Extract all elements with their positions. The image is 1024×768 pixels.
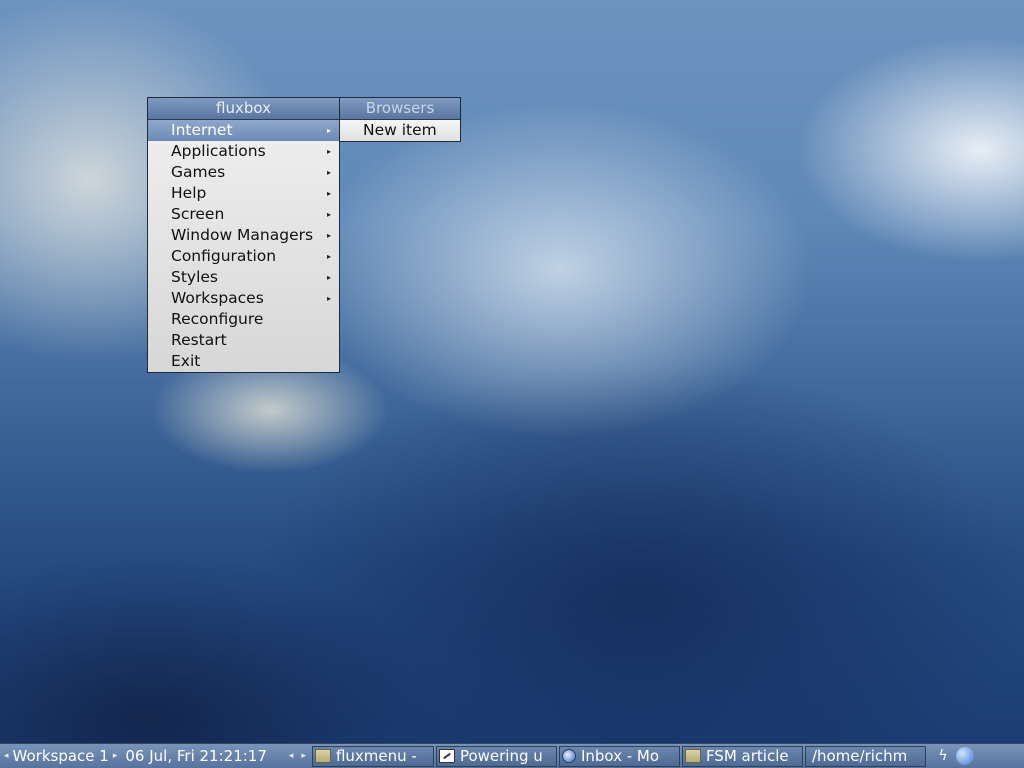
task-button[interactable]: Powering u bbox=[435, 745, 557, 767]
menu-item-new-item[interactable]: New item bbox=[340, 120, 460, 141]
menu-item-label: Internet bbox=[171, 121, 233, 139]
menu-item-label: Restart bbox=[171, 331, 227, 349]
task-button[interactable]: Inbox - Mo bbox=[558, 745, 680, 767]
browsers-submenu: Browsers New item bbox=[339, 97, 461, 142]
task-label: /home/richm bbox=[811, 746, 908, 765]
menu-item-styles[interactable]: Styles ▸ bbox=[148, 267, 339, 288]
menu-item-label: Games bbox=[171, 163, 226, 181]
menu-item-applications[interactable]: Applications ▸ bbox=[148, 141, 339, 162]
folder-icon bbox=[684, 749, 701, 763]
menu-item-games[interactable]: Games ▸ bbox=[148, 162, 339, 183]
submenu-arrow-icon: ▸ bbox=[326, 273, 331, 282]
menu-item-reconfigure[interactable]: Reconfigure bbox=[148, 309, 339, 330]
system-tray: ϟ bbox=[930, 747, 974, 765]
next-window-button[interactable]: ▸ bbox=[297, 751, 310, 761]
menu-item-label: Workspaces bbox=[171, 289, 264, 307]
menu-item-label: Help bbox=[171, 184, 207, 202]
menu-item-label: Configuration bbox=[171, 247, 277, 265]
menu-item-label: Window Managers bbox=[171, 226, 314, 244]
submenu-arrow-icon: ▸ bbox=[326, 147, 331, 156]
menu-item-label: New item bbox=[363, 121, 437, 139]
taskbar: ◂ Workspace 1 ▸ 06 Jul, Fri 21:21:17 ◂ ▸… bbox=[0, 743, 1024, 768]
clock-area: 06 Jul, Fri 21:21:17 bbox=[121, 745, 271, 767]
prev-workspace-button[interactable]: ◂ bbox=[0, 751, 13, 761]
clock: 06 Jul, Fri 21:21:17 bbox=[125, 747, 267, 765]
menu-item-restart[interactable]: Restart bbox=[148, 330, 339, 351]
prev-window-button[interactable]: ◂ bbox=[285, 751, 298, 761]
next-workspace-button[interactable]: ▸ bbox=[109, 751, 122, 761]
lightning-icon[interactable]: ϟ bbox=[934, 747, 952, 765]
task-button[interactable]: FSM article bbox=[681, 745, 803, 767]
menu-item-workspaces[interactable]: Workspaces ▸ bbox=[148, 288, 339, 309]
task-scroll: ◂ ▸ bbox=[285, 745, 310, 767]
task-label: Powering u bbox=[459, 746, 543, 765]
root-menu: fluxbox Internet ▸ Applications ▸ Games … bbox=[147, 97, 340, 373]
menu-item-label: Styles bbox=[171, 268, 219, 286]
submenu-arrow-icon: ▸ bbox=[326, 252, 331, 261]
menu-item-help[interactable]: Help ▸ bbox=[148, 183, 339, 204]
menu-item-exit[interactable]: Exit bbox=[148, 351, 339, 372]
submenu-arrow-icon: ▸ bbox=[326, 294, 331, 303]
menu-item-screen[interactable]: Screen ▸ bbox=[148, 204, 339, 225]
swirl-app-icon[interactable] bbox=[955, 747, 974, 765]
task-button[interactable]: fluxmenu - bbox=[311, 745, 434, 767]
workspace-name[interactable]: Workspace 1 bbox=[13, 747, 109, 765]
workspace-switcher: ◂ Workspace 1 ▸ bbox=[0, 745, 121, 767]
submenu-arrow-icon: ▸ bbox=[326, 210, 331, 219]
menu-item-label: Applications bbox=[171, 142, 266, 160]
menu-item-label: Reconfigure bbox=[171, 310, 264, 328]
menu-item-configuration[interactable]: Configuration ▸ bbox=[148, 246, 339, 267]
task-label: FSM article bbox=[705, 746, 789, 765]
submenu-arrow-icon: ▸ bbox=[326, 189, 331, 198]
task-label: fluxmenu - bbox=[335, 746, 417, 765]
text-editor-icon bbox=[438, 749, 455, 763]
root-menu-title: fluxbox bbox=[148, 98, 339, 120]
submenu-arrow-icon: ▸ bbox=[326, 231, 331, 240]
submenu-title: Browsers bbox=[340, 98, 460, 120]
folder-icon bbox=[314, 749, 331, 763]
menu-item-label: Screen bbox=[171, 205, 225, 223]
menu-item-window-managers[interactable]: Window Managers ▸ bbox=[148, 225, 339, 246]
submenu-arrow-icon: ▸ bbox=[326, 168, 331, 177]
mail-client-icon bbox=[561, 749, 576, 763]
task-button[interactable]: /home/richm bbox=[804, 745, 926, 767]
submenu-arrow-icon: ▸ bbox=[326, 126, 331, 135]
task-label: Inbox - Mo bbox=[580, 746, 660, 765]
menu-item-label: Exit bbox=[171, 352, 201, 370]
menu-item-internet[interactable]: Internet ▸ bbox=[148, 120, 339, 141]
